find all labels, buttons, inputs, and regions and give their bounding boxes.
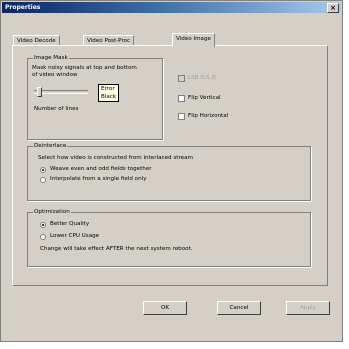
- image-mask-legend: Image Mask: [33, 55, 69, 62]
- title-bar[interactable]: Properties ×: [2, 2, 341, 13]
- better-quality-radio[interactable]: [40, 222, 46, 228]
- lsb-osd-label: LSB O.S.D: [188, 75, 216, 81]
- deinterlace-group: Deinterlace Select how video is construc…: [27, 143, 311, 201]
- deinterlace-description: Select how video is constructed from int…: [38, 155, 193, 161]
- deinterlace-legend: Deinterlace: [33, 143, 68, 150]
- flip-horizontal-label[interactable]: Flip Horizontal: [188, 113, 228, 120]
- lower-cpu-label[interactable]: Lower CPU Usage: [50, 233, 99, 240]
- flip-horizontal-checkbox[interactable]: [178, 113, 185, 120]
- weave-radio[interactable]: [40, 167, 46, 173]
- tooltip-line-1: Error: [101, 86, 115, 92]
- lower-cpu-radio[interactable]: [40, 234, 46, 240]
- tab-panel-video-image: Image Mask Mask noisy signals at top and…: [12, 45, 328, 286]
- properties-dialog: Properties × Video Decode Video Post-Pro…: [0, 0, 343, 342]
- slider-label: Number of lines: [34, 106, 79, 112]
- optimization-note: Change will take effect AFTER the next s…: [40, 246, 193, 252]
- close-button[interactable]: ×: [327, 3, 339, 13]
- image-mask-description-2: of video window: [32, 72, 78, 78]
- interpolate-label[interactable]: Interpolate from a single field only: [50, 176, 147, 183]
- slider-tooltip: Error Black: [98, 84, 120, 102]
- optimization-group: Optimization Better Quality Lower CPU Us…: [27, 209, 311, 267]
- flip-vertical-label[interactable]: Flip Vertical: [188, 95, 221, 102]
- optimization-legend: Optimization: [33, 209, 71, 216]
- weave-label[interactable]: Weave even and odd fields together: [50, 166, 152, 173]
- tooltip-line-2: Black: [101, 94, 117, 100]
- flip-vertical-checkbox[interactable]: [178, 95, 185, 102]
- lines-slider-thumb[interactable]: [37, 87, 43, 97]
- interpolate-radio[interactable]: [40, 177, 46, 183]
- image-mask-group: Image Mask Mask noisy signals at top and…: [27, 55, 163, 140]
- cancel-button[interactable]: Cancel: [217, 301, 261, 315]
- tab-video-image[interactable]: Video Image: [172, 33, 215, 47]
- lsb-osd-checkbox: [178, 75, 185, 82]
- apply-button: Apply: [286, 301, 330, 315]
- better-quality-label[interactable]: Better Quality: [50, 221, 89, 228]
- ok-button[interactable]: OK: [143, 301, 187, 315]
- window-title: Properties: [5, 4, 41, 11]
- image-mask-description: Mask noisy signals at top and bottom: [32, 65, 137, 71]
